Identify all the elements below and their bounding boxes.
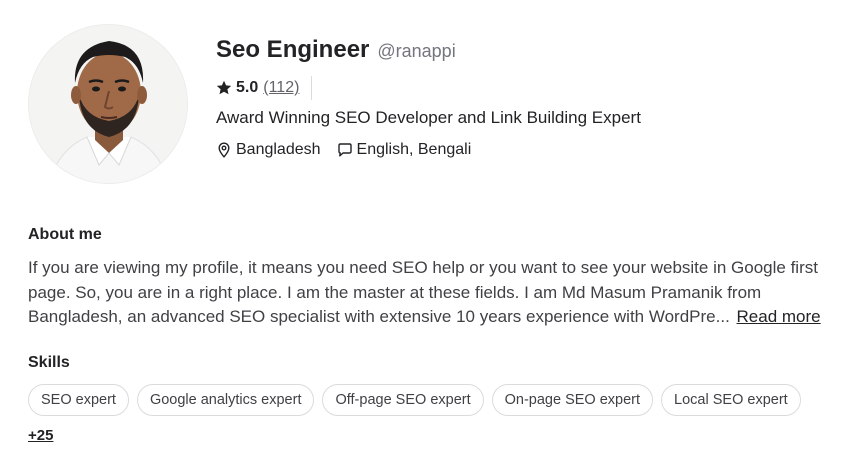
rating-score: 5.0 (236, 79, 259, 96)
skill-chip[interactable]: On-page SEO expert (491, 384, 654, 416)
skill-chip[interactable]: Off-page SEO expert (322, 384, 484, 416)
username: @ranappi (377, 41, 456, 61)
chat-bubble-icon (337, 143, 352, 157)
languages-item: English, Bengali (337, 141, 472, 159)
location-item: Bangladesh (216, 141, 321, 159)
profile-name-row: Seo Engineer @ranappi (216, 36, 456, 64)
rating-row: 5.0 (112) (216, 76, 313, 100)
read-more-link[interactable]: Read more (737, 307, 821, 326)
rating-divider (311, 76, 313, 100)
more-skills-link[interactable]: +25 (28, 427, 53, 444)
about-heading: About me (28, 226, 102, 243)
profile-tagline: Award Winning SEO Developer and Link Bui… (216, 108, 641, 127)
skill-chip[interactable]: Google analytics expert (136, 384, 315, 416)
review-count-link[interactable]: (112) (263, 79, 299, 97)
skill-chip[interactable]: Local SEO expert (661, 384, 801, 416)
skill-chip[interactable]: SEO expert (28, 384, 129, 416)
display-name: Seo Engineer (216, 36, 370, 63)
skills-list: SEO expert Google analytics expert Off-p… (28, 384, 809, 416)
about-text: If you are viewing my profile, it means … (28, 258, 818, 326)
profile-photo (29, 25, 187, 183)
location-text: Bangladesh (236, 141, 321, 158)
skills-heading: Skills (28, 354, 70, 371)
about-description: If you are viewing my profile, it means … (28, 256, 828, 330)
profile-meta-row: Bangladesh English, Bengali (216, 141, 471, 159)
languages-text: English, Bengali (356, 141, 472, 158)
map-pin-icon (218, 142, 230, 158)
avatar[interactable] (28, 24, 188, 184)
star-icon (216, 80, 232, 95)
